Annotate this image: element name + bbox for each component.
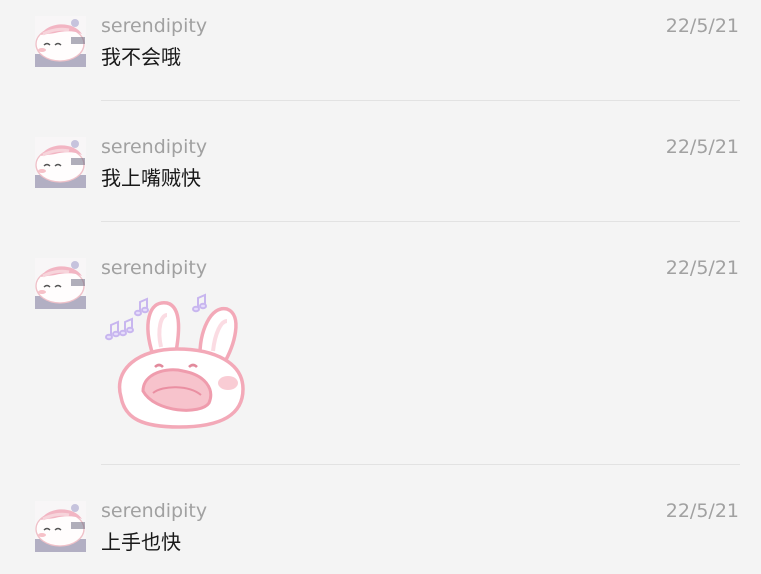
message-timestamp: 22/5/21 xyxy=(665,500,739,522)
message-timestamp: 22/5/21 xyxy=(665,257,739,279)
avatar[interactable] xyxy=(35,16,86,67)
sender-name[interactable]: serendipity xyxy=(101,256,207,280)
message-divider xyxy=(101,464,740,465)
message-timestamp: 22/5/21 xyxy=(665,15,739,37)
shouting-pink-bunny-sticker-icon xyxy=(105,293,245,429)
avatar[interactable] xyxy=(35,258,86,309)
message-text: 上手也快 xyxy=(101,530,181,554)
message-text: 我上嘴贼快 xyxy=(101,166,201,190)
message-timestamp: 22/5/21 xyxy=(665,136,739,158)
avatar[interactable] xyxy=(35,137,86,188)
sender-name[interactable]: serendipity xyxy=(101,135,207,159)
sticker-image[interactable] xyxy=(103,285,253,435)
pink-cat-avatar-icon xyxy=(35,137,86,188)
chat-message-list[interactable]: serendipity 22/5/21 我不会哦 serendipity 22/… xyxy=(0,0,761,574)
pink-cat-avatar-icon xyxy=(35,16,86,67)
message-divider xyxy=(101,221,740,222)
message-divider xyxy=(101,100,740,101)
pink-cat-avatar-icon xyxy=(35,258,86,309)
message-text: 我不会哦 xyxy=(101,45,181,69)
avatar[interactable] xyxy=(35,501,86,552)
sender-name[interactable]: serendipity xyxy=(101,499,207,523)
sender-name[interactable]: serendipity xyxy=(101,14,207,38)
pink-cat-avatar-icon xyxy=(35,501,86,552)
